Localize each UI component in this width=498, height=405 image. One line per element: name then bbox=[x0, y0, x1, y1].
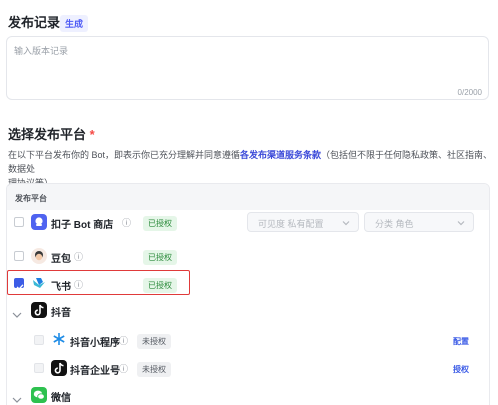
douyin-enterprise-icon bbox=[51, 360, 67, 376]
chevron-down-icon bbox=[342, 221, 350, 226]
check-icon bbox=[16, 284, 24, 290]
row-label-douyin: 抖音 bbox=[51, 308, 71, 319]
record-title: 发布记录 bbox=[8, 15, 61, 30]
configure-button[interactable]: 配置 bbox=[453, 336, 469, 347]
status-badge: 已授权 bbox=[143, 216, 177, 231]
platform-title-text: 选择发布平台 bbox=[8, 127, 87, 142]
record-textarea[interactable]: 输入版本记录 0/2000 bbox=[6, 36, 489, 100]
authorize-button[interactable]: 授权 bbox=[453, 364, 469, 375]
category-select-value: 分类 角色 bbox=[375, 219, 414, 229]
coze-store-icon bbox=[31, 214, 47, 230]
char-counter: 0/2000 bbox=[457, 88, 482, 97]
doubao-icon bbox=[31, 248, 47, 264]
table-header-label: 发布平台 bbox=[15, 194, 47, 203]
terms-link[interactable]: 各发布渠道服务条款 bbox=[240, 150, 321, 160]
checkbox-doubao[interactable] bbox=[14, 251, 24, 261]
feishu-icon bbox=[31, 276, 47, 290]
wechat-icon bbox=[31, 387, 47, 403]
visibility-select: 可见度 私有配置 bbox=[247, 212, 359, 232]
required-mark: * bbox=[89, 127, 95, 142]
checkbox-feishu[interactable] bbox=[14, 278, 24, 290]
info-icon[interactable]: ⓘ bbox=[74, 250, 83, 263]
checkbox-douyin-enterprise[interactable] bbox=[34, 363, 44, 373]
info-icon[interactable]: ⓘ bbox=[74, 278, 83, 291]
row-label-doubao: 豆包 bbox=[51, 254, 71, 265]
chevron-down-icon[interactable] bbox=[12, 391, 22, 405]
info-icon[interactable]: ⓘ bbox=[122, 216, 131, 229]
checkbox-douyin-miniapp[interactable] bbox=[34, 335, 44, 345]
generate-button[interactable]: 生成 bbox=[60, 15, 89, 32]
status-badge: 已授权 bbox=[143, 278, 177, 293]
row-label-douyin-miniapp: 抖音小程序 bbox=[70, 338, 120, 349]
status-badge: 未授权 bbox=[137, 362, 171, 377]
chevron-down-icon bbox=[457, 221, 465, 226]
visibility-select-value: 可见度 私有配置 bbox=[258, 219, 324, 229]
checkbox-coze-store[interactable] bbox=[14, 217, 24, 227]
row-label-feishu: 飞书 bbox=[51, 282, 71, 293]
miniapp-icon bbox=[52, 332, 66, 346]
desc-prefix: 在以下平台发布你的 Bot，即表示你已充分理解并同意遵循 bbox=[8, 150, 241, 160]
table-header: 发布平台 bbox=[7, 184, 489, 210]
info-icon[interactable]: ⓘ bbox=[119, 362, 128, 375]
status-badge: 未授权 bbox=[137, 334, 171, 349]
platform-title: 选择发布平台 * bbox=[8, 124, 95, 143]
record-placeholder: 输入版本记录 bbox=[14, 46, 69, 56]
row-label-douyin-enterprise: 抖音企业号 bbox=[70, 366, 120, 377]
douyin-icon bbox=[31, 302, 47, 318]
chevron-down-icon[interactable] bbox=[12, 306, 22, 324]
row-label-coze-store: 扣子 Bot 商店 bbox=[51, 220, 114, 231]
category-select: 分类 角色 bbox=[364, 212, 474, 232]
row-label-wechat: 微信 bbox=[51, 393, 71, 404]
status-badge: 已授权 bbox=[143, 250, 177, 265]
info-icon[interactable]: ⓘ bbox=[119, 334, 128, 347]
